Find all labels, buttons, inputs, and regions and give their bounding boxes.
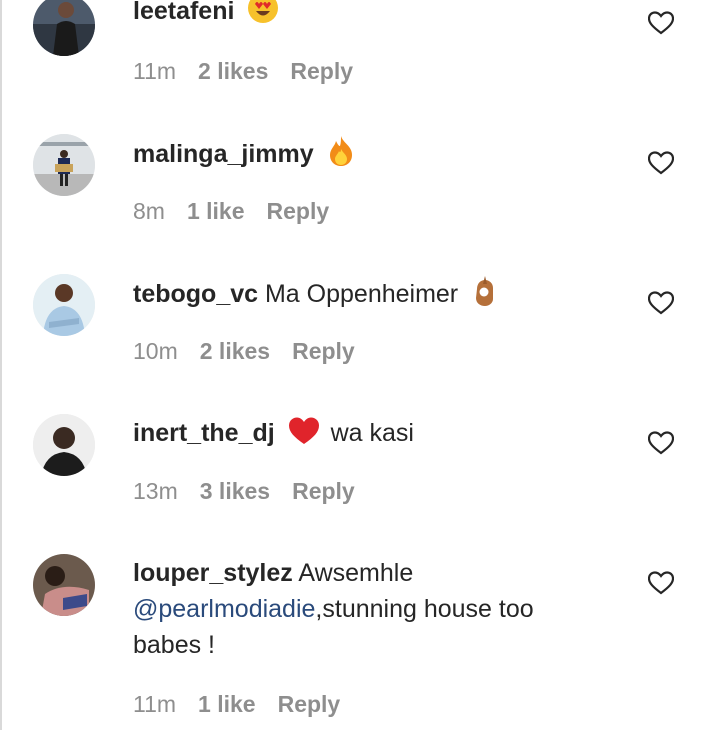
likes-count[interactable]: 1 like (187, 198, 245, 224)
comment-username[interactable]: malinga_jimmy (133, 140, 314, 168)
comment-body: malinga_jimmy (133, 135, 603, 177)
comment-meta: 10m 2 likes Reply (133, 336, 377, 366)
comment-time: 11m (133, 691, 177, 717)
likes-count[interactable]: 2 likes (200, 338, 270, 364)
comment-body: leetafeni (133, 0, 603, 34)
avatar[interactable] (33, 274, 95, 336)
avatar[interactable] (33, 134, 95, 196)
avatar[interactable] (33, 554, 95, 616)
like-heart-icon[interactable] (647, 431, 675, 455)
like-heart-icon[interactable] (647, 291, 675, 315)
reply-button[interactable]: Reply (292, 478, 355, 504)
avatar[interactable] (33, 414, 95, 476)
comment-time: 10m (133, 338, 178, 364)
likes-count[interactable]: 3 likes (200, 478, 270, 504)
comment-username[interactable]: inert_the_dj (133, 419, 275, 447)
comment-meta: 11m 1 like Reply (133, 689, 362, 719)
comment-time: 11m (133, 58, 177, 84)
comment-username[interactable]: tebogo_vc (133, 280, 258, 308)
comment-time: 13m (133, 478, 178, 504)
comment-body: louper_stylez Awsemhle @pearlmodiadie,st… (133, 555, 603, 663)
likes-count[interactable]: 2 likes (198, 58, 268, 84)
like-heart-icon[interactable] (647, 151, 675, 175)
ok-hand-emoji (471, 275, 499, 317)
fire-emoji (327, 135, 355, 177)
mention-link[interactable]: @pearlmodiadie (133, 595, 315, 623)
red-heart-emoji (288, 416, 320, 456)
heart-eyes-emoji (247, 0, 279, 34)
comment-meta: 8m 1 like Reply (133, 196, 351, 226)
comment-time: 8m (133, 198, 165, 224)
reply-button[interactable]: Reply (292, 338, 355, 364)
likes-count[interactable]: 1 like (198, 691, 256, 717)
comment-username[interactable]: louper_stylez (133, 559, 293, 587)
avatar[interactable] (33, 0, 95, 56)
comment-text: Ma Oppenheimer (264, 280, 459, 308)
like-heart-icon[interactable] (647, 571, 675, 595)
reply-button[interactable]: Reply (267, 198, 330, 224)
comment-meta: 13m 3 likes Reply (133, 476, 377, 506)
comment-username[interactable]: leetafeni (133, 0, 234, 25)
comment-body: inert_the_dj wa kasi (133, 415, 603, 456)
reply-button[interactable]: Reply (290, 58, 353, 84)
like-heart-icon[interactable] (647, 11, 675, 35)
comment-text: Awsemhle (298, 559, 414, 587)
comment-text: wa kasi (330, 419, 414, 447)
comment-body: tebogo_vc Ma Oppenheimer (133, 275, 603, 317)
comment-meta: 11m 2 likes Reply (133, 56, 375, 86)
left-border (0, 0, 2, 730)
reply-button[interactable]: Reply (278, 691, 341, 717)
